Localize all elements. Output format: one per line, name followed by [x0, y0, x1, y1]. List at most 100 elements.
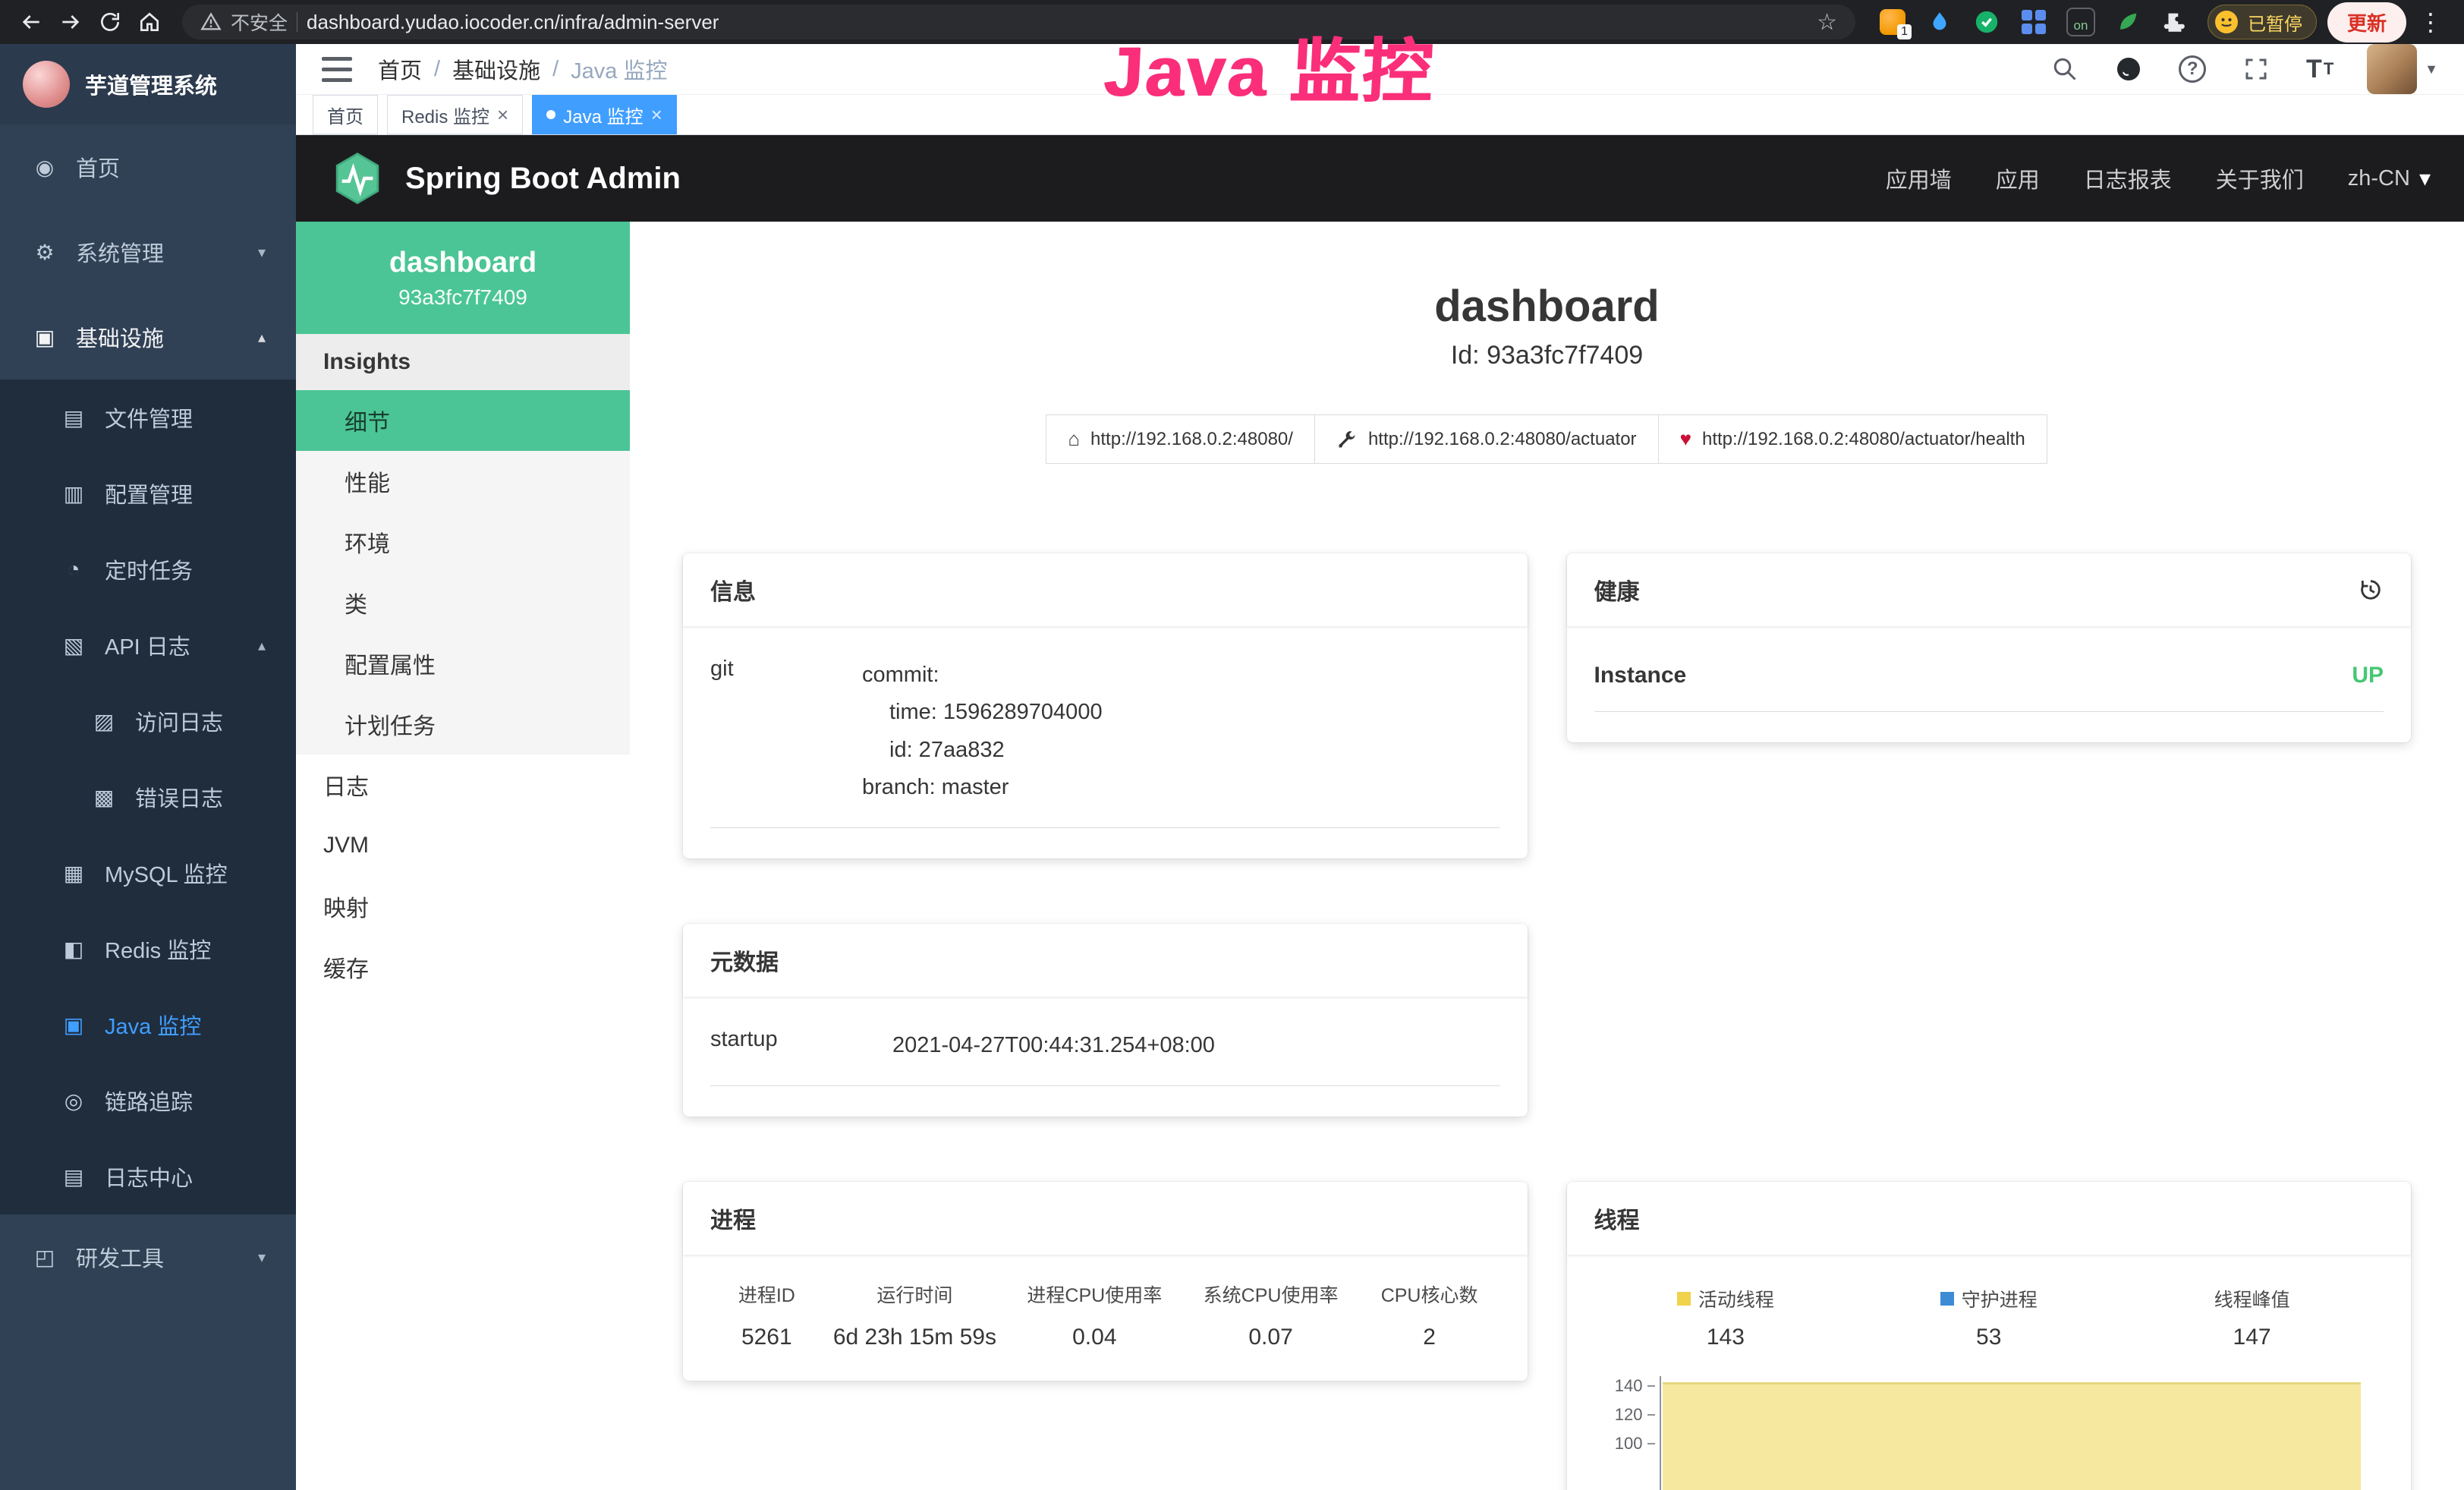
sidebar-item-java-monitor[interactable]: ▣ Java 监控	[0, 987, 296, 1063]
sidebar-item-file-management[interactable]: ▤ 文件管理	[0, 380, 296, 455]
sidebar-item-access-logs[interactable]: ▨ 访问日志	[0, 683, 296, 759]
sidebar-item-home[interactable]: ◉ 首页	[0, 124, 296, 209]
sidebar-item-log-center[interactable]: ▤ 日志中心	[0, 1139, 296, 1214]
sidebar-item-dev-tools[interactable]: ◰ 研发工具 ▾	[0, 1214, 296, 1299]
sidebar-item-infrastructure[interactable]: ▣ 基础设施 ▴	[0, 295, 296, 380]
hamburger-icon[interactable]	[322, 57, 352, 82]
instance-header[interactable]: dashboard 93a3fc7f7409	[296, 222, 630, 334]
doc-icon: ▨	[90, 709, 118, 734]
sba-root-list: 日志 JVM 映射 缓存	[296, 754, 630, 997]
legend-label-live: 活动线程	[1698, 1285, 1774, 1312]
process-value-process-cpu: 0.04	[1006, 1325, 1182, 1350]
sidebar-item-scheduled-tasks[interactable]: ◔ 定时任务	[0, 531, 296, 607]
sidebar-item-tracing[interactable]: ◎ 链路追踪	[0, 1063, 296, 1139]
instance-id: 93a3fc7f7409	[398, 285, 527, 310]
bookmark-star-icon[interactable]: ☆	[1817, 9, 1837, 36]
history-icon[interactable]	[2358, 577, 2384, 603]
screen: 不安全 dashboard.yudao.iocoder.cn/infra/adm…	[0, 0, 2464, 1490]
font-size-icon[interactable]: TT	[2303, 52, 2337, 86]
process-value-system-cpu: 0.07	[1182, 1325, 1358, 1350]
sba-item-jvm[interactable]: JVM	[296, 815, 630, 876]
sidebar-item-label: 错误日志	[135, 781, 223, 813]
git-commit-line: commit:	[862, 657, 1500, 694]
extension-icon-green-check[interactable]	[1971, 6, 2003, 38]
sba-item-details[interactable]: 细节	[296, 390, 630, 451]
user-avatar	[2367, 44, 2417, 94]
extensions-area: 1 on	[1877, 6, 2191, 38]
sba-item-scheduled-tasks[interactable]: 计划任务	[296, 694, 630, 754]
extension-icon-grid[interactable]	[2018, 6, 2050, 38]
sidebar-item-mysql-monitor[interactable]: ▦ MySQL 监控	[0, 835, 296, 911]
info-git-row: git commit: time: 1596289704000 id: 27aa…	[710, 652, 1500, 828]
legend-value-daemon: 53	[1857, 1325, 2120, 1350]
health-card: 健康 Instance UP	[1567, 553, 2412, 742]
extension-icon-orange[interactable]: 1	[1877, 6, 1909, 38]
tag-java-monitor[interactable]: Java 监控 ×	[532, 95, 677, 134]
github-icon[interactable]	[2112, 52, 2145, 86]
breadcrumb: 首页 / 基础设施 / Java 监控	[378, 53, 667, 85]
forward-icon[interactable]	[53, 5, 88, 39]
extension-icon-drop[interactable]	[1924, 6, 1956, 38]
sba-nav-wallboard[interactable]: 应用墙	[1886, 162, 1952, 194]
browser-profile-chip[interactable]: 已暂停	[2208, 5, 2317, 39]
sba-item-caches[interactable]: 缓存	[296, 937, 630, 997]
browser-menu-icon[interactable]: ⋮	[2411, 8, 2450, 36]
health-url: http://192.168.0.2:48080/actuator/health	[1702, 429, 2025, 450]
legend-item-peak: 线程峰值 147	[2120, 1285, 2384, 1350]
tag-home[interactable]: 首页	[313, 95, 378, 134]
close-icon[interactable]: ×	[651, 105, 662, 124]
app-navbar: 首页 / 基础设施 / Java 监控 ?	[296, 44, 2464, 95]
close-icon[interactable]: ×	[497, 105, 508, 124]
sba-brand[interactable]: Spring Boot Admin	[329, 150, 681, 206]
back-icon[interactable]	[14, 5, 49, 39]
health-url-button[interactable]: ♥ http://192.168.0.2:48080/actuator/heal…	[1658, 414, 2047, 464]
sidebar-item-label: 链路追踪	[105, 1085, 193, 1117]
app-logo-row[interactable]: 芋道管理系统	[0, 44, 296, 124]
sba-item-performance[interactable]: 性能	[296, 451, 630, 512]
search-icon[interactable]	[2048, 52, 2082, 86]
sidebar-item-label: Redis 监控	[105, 933, 211, 965]
sba-item-logs[interactable]: 日志	[296, 754, 630, 815]
help-icon[interactable]: ?	[2176, 52, 2209, 86]
content-header: dashboard Id: 93a3fc7f7409	[683, 281, 2411, 370]
actuator-url-button[interactable]: http://192.168.0.2:48080/actuator	[1314, 414, 1659, 464]
tag-redis-monitor[interactable]: Redis 监控 ×	[387, 95, 523, 134]
sba-nav-applications[interactable]: 应用	[1996, 162, 2040, 194]
sba-item-classes[interactable]: 类	[296, 572, 630, 633]
user-menu[interactable]: ▼	[2367, 44, 2438, 94]
sba-item-mappings[interactable]: 映射	[296, 876, 630, 937]
fullscreen-icon[interactable]	[2239, 52, 2273, 86]
breadcrumb-home[interactable]: 首页	[378, 53, 422, 85]
sba-locale-select[interactable]: zh-CN ▾	[2348, 165, 2431, 192]
log-icon: ▧	[59, 633, 88, 658]
extension-icon-leaf[interactable]	[2112, 6, 2144, 38]
chevron-up-icon: ▴	[258, 636, 266, 655]
java-monitor-icon: ▣	[59, 1013, 88, 1038]
process-header-cpus: CPU核心数	[1359, 1281, 1500, 1308]
sidebar-item-api-logs[interactable]: ▧ API 日志 ▴	[0, 607, 296, 683]
browser-update-button[interactable]: 更新	[2327, 2, 2406, 43]
sidebar-item-label: 系统管理	[76, 236, 164, 268]
sba-nav-about[interactable]: 关于我们	[2216, 162, 2304, 194]
breadcrumb-infrastructure[interactable]: 基础设施	[452, 53, 540, 85]
tags-view: 首页 Redis 监控 × Java 监控 ×	[296, 95, 2464, 135]
process-value-uptime: 6d 23h 15m 59s	[823, 1325, 1007, 1350]
extension-icon-on-toggle[interactable]: on	[2065, 6, 2097, 38]
sidebar-item-config-management[interactable]: ▥ 配置管理	[0, 455, 296, 531]
sba-item-environment[interactable]: 环境	[296, 512, 630, 572]
reload-icon[interactable]	[93, 5, 127, 39]
sba-sidebar: dashboard 93a3fc7f7409 Insights 细节 性能 环境…	[296, 222, 630, 1490]
service-url-button[interactable]: ⌂ http://192.168.0.2:48080/	[1046, 414, 1315, 464]
browser-home-icon[interactable]	[132, 5, 167, 39]
address-bar[interactable]: 不安全 dashboard.yudao.iocoder.cn/infra/adm…	[182, 5, 1855, 39]
extensions-puzzle-icon[interactable]	[2159, 6, 2191, 38]
tag-label: 首页	[327, 102, 363, 128]
sidebar-item-system-management[interactable]: ⚙ 系统管理 ▾	[0, 209, 296, 295]
chevron-down-icon: ▾	[258, 243, 266, 262]
sba-nav-journal[interactable]: 日志报表	[2084, 162, 2172, 194]
sidebar-item-redis-monitor[interactable]: ◧ Redis 监控	[0, 911, 296, 987]
threads-chart: 140 120 100	[1594, 1376, 2384, 1490]
sidebar-item-error-logs[interactable]: ▩ 错误日志	[0, 759, 296, 835]
sba-item-config-props[interactable]: 配置属性	[296, 633, 630, 694]
legend-swatch-live-threads	[1677, 1292, 1691, 1306]
